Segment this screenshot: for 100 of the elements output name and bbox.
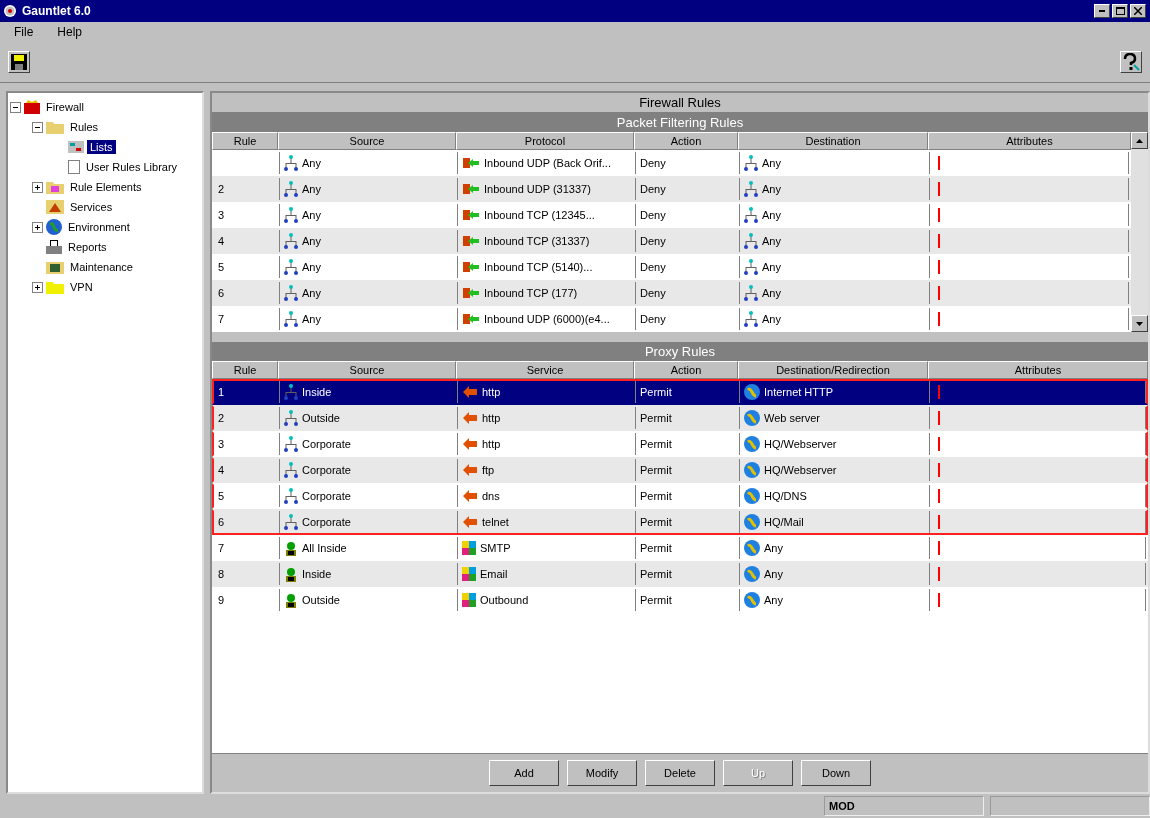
column-header[interactable]: Action [634, 361, 738, 379]
arrow-icon [462, 260, 480, 274]
tree-item[interactable]: Firewall [43, 100, 87, 114]
table-cell-text: Any [302, 157, 321, 169]
tree-item[interactable]: Services [67, 200, 116, 214]
network-icon [284, 514, 298, 530]
column-header[interactable]: Attributes [928, 361, 1148, 379]
column-header[interactable]: Destination/Redirection [738, 361, 928, 379]
collapse-toggle[interactable] [32, 121, 43, 133]
scroll-bar[interactable] [1131, 132, 1148, 332]
table-cell-text: Corporate [302, 464, 351, 476]
table-row[interactable]: 1 Inside http Permit Internet HTTP [212, 379, 1148, 405]
close-icon [1134, 7, 1142, 15]
column-header[interactable]: Source [278, 132, 456, 150]
window-title: Gauntlet 6.0 [22, 4, 92, 18]
action-button[interactable]: Modify [567, 760, 637, 786]
tree-item[interactable]: VPN [67, 280, 96, 294]
services-icon [46, 200, 64, 214]
table-row[interactable]: 6 Corporate telnet Permit HQ/Mail [212, 509, 1148, 535]
maximize-button[interactable] [1112, 4, 1128, 18]
tree-item[interactable]: Lists [87, 140, 116, 154]
globe-icon [744, 514, 760, 530]
arrow-icon [462, 312, 480, 326]
grid-icon [462, 593, 476, 607]
scroll-up-button[interactable] [1131, 132, 1148, 149]
table-cell-text: Any [762, 287, 781, 299]
save-button[interactable] [8, 51, 30, 73]
tree-item[interactable]: User Rules Library [83, 160, 181, 174]
table-cell-text: Permit [640, 516, 672, 528]
network-icon [284, 384, 298, 400]
column-header[interactable]: Rule [212, 132, 278, 150]
list-icon [68, 141, 84, 153]
table-cell-text: Outbound [480, 594, 529, 606]
arrow-icon [462, 286, 480, 300]
arrow-icon [462, 437, 478, 451]
collapse-toggle[interactable] [10, 101, 21, 113]
action-button[interactable]: Delete [645, 760, 715, 786]
table-cell-text: Internet HTTP [764, 386, 834, 398]
table-cell-text: 9 [218, 594, 225, 606]
tree-item[interactable]: Maintenance [67, 260, 136, 274]
table-cell-text: telnet [482, 516, 509, 528]
table-cell-text: Any [302, 183, 321, 195]
column-header[interactable]: Service [456, 361, 634, 379]
table-cell-text: Any [762, 209, 781, 221]
network-icon [744, 233, 758, 249]
column-header[interactable]: Source [278, 361, 456, 379]
tree-item[interactable]: Reports [65, 240, 110, 254]
network-icon [284, 410, 298, 426]
globe-icon [744, 436, 760, 452]
action-button[interactable]: Down [801, 760, 871, 786]
globe-icon [46, 219, 62, 235]
table-cell-text: Inbound UDP (31337) [484, 183, 591, 195]
save-icon [11, 54, 27, 70]
table-row[interactable]: 4 Corporate ftp Permit HQ/Webserver [212, 457, 1148, 483]
minimize-icon [1099, 10, 1105, 12]
section-title: Proxy Rules [212, 342, 1148, 361]
table-cell-text: http [482, 438, 501, 450]
folder-icon [46, 280, 64, 294]
maximize-icon [1115, 7, 1125, 15]
help-button[interactable] [1120, 51, 1142, 73]
table-cell-text: Any [762, 235, 781, 247]
attribute-marker [938, 437, 940, 451]
column-header[interactable]: Action [634, 132, 738, 150]
action-button[interactable]: Add [489, 760, 559, 786]
table-row[interactable]: 5 Corporate dns Permit HQ/DNS [212, 483, 1148, 509]
table-cell-text: Deny [640, 261, 666, 273]
printer-icon [46, 240, 62, 254]
scroll-down-button[interactable] [1131, 315, 1148, 332]
table-row[interactable]: 8 Inside Email Permit Any [212, 561, 1148, 587]
table-row[interactable]: 3 Corporate http Permit HQ/Webserver [212, 431, 1148, 457]
expand-toggle[interactable] [32, 221, 43, 233]
table-cell-text: Any [762, 183, 781, 195]
network-icon [284, 259, 298, 275]
attribute-marker [938, 208, 940, 222]
table-row[interactable]: 6 Any Inbound TCP (177) Deny Any [212, 280, 1131, 306]
column-header[interactable]: Rule [212, 361, 278, 379]
tree-item[interactable]: Rule Elements [67, 180, 145, 194]
table-cell-text: 1 [218, 386, 225, 398]
column-header[interactable]: Destination [738, 132, 928, 150]
column-header[interactable]: Attributes [928, 132, 1131, 150]
menu-item[interactable]: Help [57, 25, 83, 39]
tree-item[interactable]: Environment [65, 220, 133, 234]
expand-toggle[interactable] [32, 281, 43, 293]
table-row[interactable]: 2 Any Inbound UDP (31337) Deny Any [212, 176, 1131, 202]
tree-item[interactable]: Rules [67, 120, 102, 134]
table-cell-text: Deny [640, 157, 666, 169]
expand-toggle[interactable] [32, 181, 43, 193]
table-cell-text: 7 [218, 313, 225, 325]
table-cell-text: Any [764, 568, 783, 580]
network-icon [744, 259, 758, 275]
close-button[interactable] [1130, 4, 1146, 18]
scroll-up-icon [1136, 138, 1143, 143]
table-cell-text: HQ/Mail [764, 516, 804, 528]
minimize-button[interactable] [1094, 4, 1110, 18]
menu-item[interactable]: File [14, 25, 34, 39]
table-row[interactable]: 2 Outside http Permit Web server [212, 405, 1148, 431]
table-cell-text: All Inside [302, 542, 347, 554]
column-header[interactable]: Protocol [456, 132, 634, 150]
table-cell-text: Outside [302, 412, 340, 424]
table-row[interactable]: 4 Any Inbound TCP (31337) Deny Any [212, 228, 1131, 254]
